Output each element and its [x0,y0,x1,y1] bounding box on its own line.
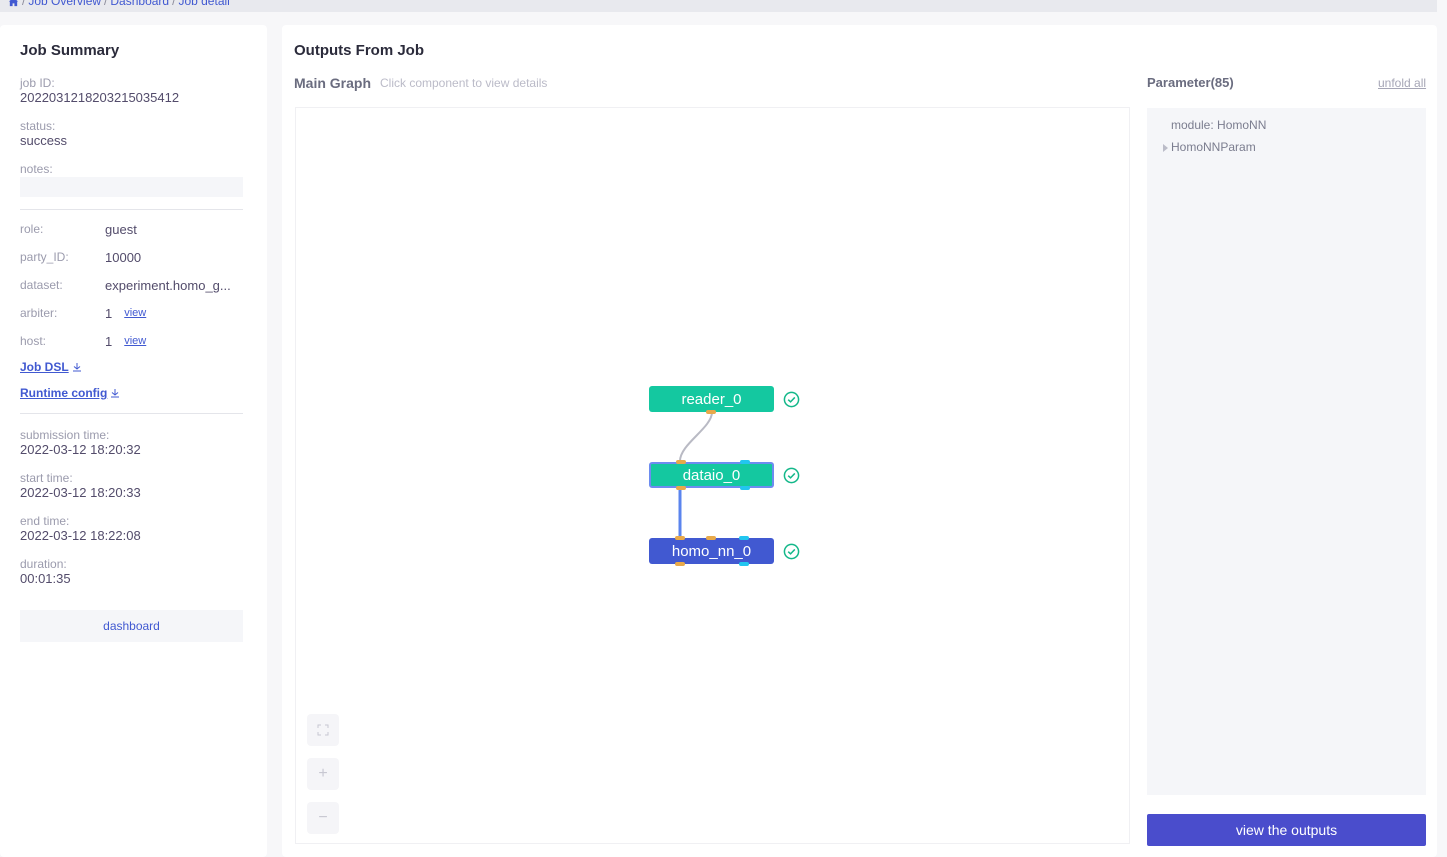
zoom-in-button[interactable]: + [307,758,339,790]
download-icon [72,363,81,372]
party-id-label: party_ID: [20,250,69,264]
param-module-line: module: HomoNN [1171,118,1267,132]
model-output-port [739,562,749,566]
dataset-row: dataset: experiment.homo_g... [20,276,250,294]
home-icon[interactable] [8,0,19,7]
end-time-field: end time: 2022-03-12 18:22:08 [20,514,141,544]
start-time-label: start time: [20,471,73,485]
job-summary-title: Job Summary [20,42,120,59]
node-label: reader_0 [681,390,742,408]
unfold-all-link[interactable]: unfold all [1378,76,1426,90]
divider [20,209,243,210]
runtime-config-label: Runtime config [20,386,108,400]
dataset-value: experiment.homo_g... [105,277,231,293]
submission-time-value: 2022-03-12 18:20:32 [20,442,141,457]
role-row: role: guest [20,220,250,238]
fullscreen-button[interactable] [307,714,339,746]
output-port [675,562,685,566]
breadcrumb-separator: / [172,0,176,8]
top-bar: / Job Overview / Dashboard / Job detail [0,0,1437,12]
outputs-panel: Outputs From Job Main Graph Click compon… [282,25,1437,857]
runtime-config-download-link[interactable]: Runtime config [20,386,120,400]
host-count: 1 [105,333,113,349]
breadcrumb-job-overview[interactable]: Job Overview [28,0,101,8]
outputs-title: Outputs From Job [294,42,424,59]
notes-label: notes: [20,162,53,176]
node-label: homo_nn_0 [671,542,752,560]
node-homo-nn-0[interactable]: homo_nn_0 [649,536,774,566]
fullscreen-icon [317,724,329,736]
host-view-link[interactable]: view [124,335,146,347]
breadcrumb-dashboard[interactable]: Dashboard [110,0,169,8]
role-label: role: [20,222,44,236]
status-label: status: [20,119,56,133]
arbiter-row: arbiter: 1 view [20,304,250,322]
end-time-value: 2022-03-12 18:22:08 [20,528,141,543]
main-graph-title: Main Graph [294,75,372,91]
success-check-icon [783,467,800,484]
node-label: dataio_0 [682,466,741,484]
model-input-port [739,536,749,540]
param-group-homonnparam[interactable]: HomoNNParam [1163,140,1256,154]
submission-time-label: submission time: [20,428,110,442]
dataset-label: dataset: [20,278,63,292]
duration-value: 00:01:35 [20,571,71,586]
party-id-row: party_ID: 10000 [20,248,250,266]
arbiter-view-link[interactable]: view [124,307,146,319]
expand-triangle-icon[interactable] [1163,143,1168,152]
end-time-label: end time: [20,514,70,528]
start-time-field: start time: 2022-03-12 18:20:33 [20,471,141,501]
job-id-value: 202203121820321503541​2 [20,90,180,105]
plus-icon: + [318,765,328,782]
job-dsl-label: Job DSL [20,360,69,374]
node-reader-0[interactable]: reader_0 [649,386,774,414]
model-output-port [740,486,750,490]
input-port [675,536,685,540]
start-time-value: 2022-03-12 18:20:33 [20,485,141,500]
breadcrumb: / Job Overview / Dashboard / Job detail [8,0,230,8]
breadcrumb-separator: / [22,0,26,8]
edge-reader-to-dataio [679,411,713,462]
party-id-value: 10000 [105,249,142,265]
job-summary-panel: Job Summary job ID: 20220312182032150354… [0,25,267,857]
arbiter-label: arbiter: [20,306,58,320]
notes-input[interactable] [20,177,243,197]
arbiter-count: 1 [105,305,113,321]
breadcrumb-job-detail: Job detail [178,0,230,8]
submission-time-field: submission time: 2022-03-12 18:20:32 [20,428,141,458]
status-value: success [20,133,67,148]
zoom-out-button[interactable]: − [307,802,339,834]
duration-label: duration: [20,557,67,571]
role-value: guest [105,221,137,237]
main-graph-hint: Click component to view details [380,76,548,90]
download-icon [111,389,120,398]
divider [20,413,243,414]
status-field: status: success [20,119,67,149]
job-id-label: job ID: [20,76,55,90]
success-check-icon [783,391,800,408]
breadcrumb-separator: / [104,0,108,8]
parameter-title: Parameter(85) [1147,75,1234,90]
graph-canvas[interactable]: reader_0 dataio_0 homo_nn_0 + − [295,107,1130,844]
node-dataio-0[interactable]: dataio_0 [649,460,774,490]
duration-field: duration: 00:01:35 [20,557,71,587]
output-port [706,410,716,414]
host-row: host: 1 view [20,332,250,350]
minus-icon: − [318,809,328,826]
view-outputs-button[interactable]: view the outputs [1147,814,1426,846]
validate-input-port [706,536,716,540]
job-dsl-download-link[interactable]: Job DSL [20,360,82,374]
host-label: host: [20,334,47,348]
model-input-port [740,460,750,464]
success-check-icon [783,543,800,560]
param-group-label: HomoNNParam [1171,140,1256,154]
job-id-field: job ID: 202203121820321503541​2 [20,76,179,106]
output-port [676,486,686,490]
parameter-tree: module: HomoNN HomoNNParam [1147,108,1426,795]
input-port [676,460,686,464]
notes-field: notes: [20,162,53,176]
dashboard-button[interactable]: dashboard [20,610,243,642]
